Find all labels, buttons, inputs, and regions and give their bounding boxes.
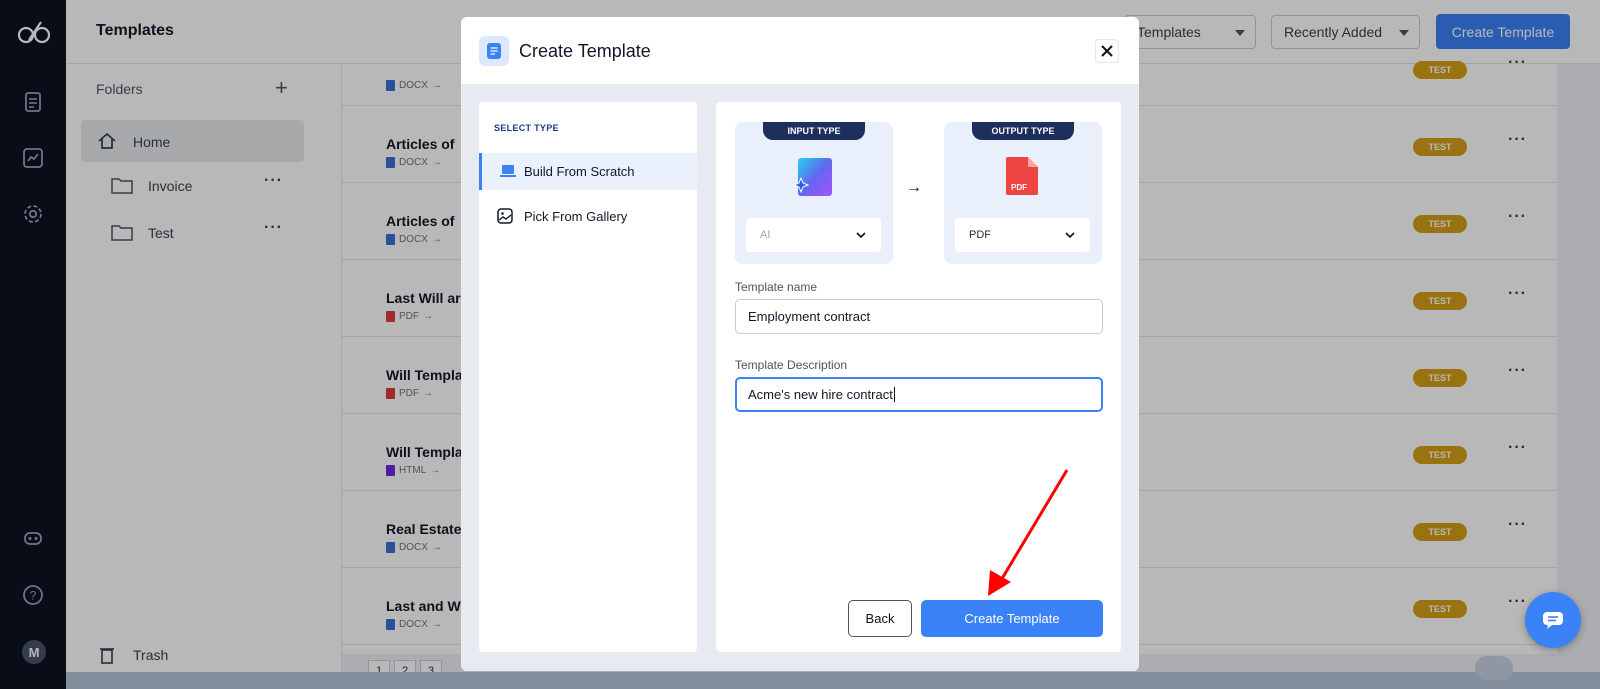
output-type-select[interactable]: PDF — [955, 218, 1090, 252]
arrow-right-icon: → — [906, 179, 922, 196]
pdf-file-label: PDF — [1011, 183, 1027, 192]
template-name-label: Template name — [735, 280, 818, 294]
back-button[interactable]: Back — [848, 600, 912, 637]
type-option-build-from-scratch[interactable]: Build From Scratch — [479, 153, 697, 190]
modal-title: Create Template — [519, 41, 651, 61]
template-description-field[interactable]: Acme's new hire contract — [735, 377, 1103, 412]
pdf-file-icon: PDF — [1005, 156, 1039, 196]
template-description-value: Acme's new hire contract — [748, 387, 893, 402]
gallery-icon — [496, 208, 514, 224]
template-name-field[interactable]: Employment contract — [735, 299, 1103, 334]
select-type-panel: SELECT TYPE Build From Scratch Pick From… — [479, 102, 697, 652]
input-type-tag: INPUT TYPE — [763, 122, 865, 140]
chat-icon — [1543, 612, 1563, 629]
chat-support-button[interactable] — [1525, 592, 1581, 648]
type-option-pick-from-gallery[interactable]: Pick From Gallery — [479, 198, 697, 235]
modal-header: Create Template — [461, 17, 1139, 84]
laptop-icon — [499, 163, 517, 179]
create-template-button[interactable]: Create Template — [921, 600, 1103, 637]
chevron-down-icon — [1065, 232, 1075, 239]
input-type-box: INPUT TYPE AI — [735, 122, 893, 264]
template-form-panel: INPUT TYPE AI → OUTPUT TYPE PDF PDF Temp… — [716, 102, 1121, 652]
output-type-tag: OUTPUT TYPE — [972, 122, 1074, 140]
template-description-label: Template Description — [735, 358, 848, 372]
chevron-down-icon — [856, 232, 866, 239]
document-icon — [479, 36, 509, 66]
type-option-label: Build From Scratch — [524, 164, 635, 179]
ai-sparkle-icon — [792, 156, 836, 198]
input-type-value: AI — [760, 229, 771, 241]
create-template-modal: Create Template SELECT TYPE Build From S… — [461, 17, 1139, 671]
text-cursor — [893, 387, 895, 402]
output-type-value: PDF — [969, 229, 991, 241]
select-type-heading: SELECT TYPE — [494, 123, 559, 133]
close-icon[interactable] — [1095, 39, 1119, 63]
input-type-select[interactable]: AI — [746, 218, 881, 252]
output-type-box: OUTPUT TYPE PDF PDF — [944, 122, 1102, 264]
type-option-label: Pick From Gallery — [524, 209, 628, 224]
